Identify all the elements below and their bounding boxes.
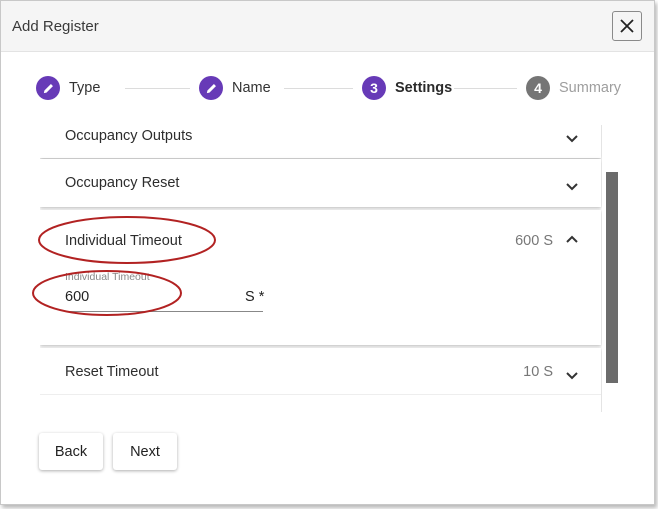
step-connector — [454, 88, 517, 89]
individual-timeout-input[interactable]: 600 — [65, 289, 89, 305]
panel-title: Occupancy Outputs — [65, 128, 193, 144]
chevron-down-icon — [566, 183, 578, 191]
step-settings[interactable]: 3 Settings — [362, 76, 452, 100]
chevron-down-icon — [566, 372, 578, 380]
scrollbar[interactable] — [606, 172, 618, 383]
individual-timeout-unit: S * — [245, 289, 265, 305]
add-register-dialog: Add Register Type Name 3 Settings 4 Summ… — [0, 0, 655, 505]
chevron-down-icon — [566, 135, 578, 143]
input-underline — [65, 311, 263, 312]
settings-accordion: Occupancy Outputs Occupancy Reset Indivi… — [40, 125, 602, 412]
stepper: Type Name 3 Settings 4 Summary — [1, 52, 654, 124]
step-connector — [284, 88, 353, 89]
close-button[interactable] — [612, 11, 642, 41]
panel-occupancy-reset[interactable]: Occupancy Reset — [40, 159, 601, 207]
panel-title: Individual Timeout — [65, 233, 182, 249]
step-type-label: Type — [69, 80, 101, 96]
step-connector — [125, 88, 190, 89]
panel-title: Reset Timeout — [65, 364, 159, 380]
dialog-title: Add Register — [12, 18, 99, 35]
dialog-header: Add Register — [1, 1, 654, 52]
panel-title: Occupancy Reset — [65, 175, 180, 191]
individual-timeout-field-label: Individual Timeout — [65, 271, 150, 283]
step-name[interactable]: Name — [199, 76, 271, 100]
step-name-circle — [199, 76, 223, 100]
close-icon — [620, 19, 634, 33]
step-summary-number: 4 — [526, 76, 550, 100]
step-type[interactable]: Type — [36, 76, 100, 100]
panel-value: 10 S — [523, 364, 553, 380]
step-summary[interactable]: 4 Summary — [526, 76, 621, 100]
step-type-circle — [36, 76, 60, 100]
step-settings-label: Settings — [395, 80, 453, 96]
chevron-up-icon — [566, 235, 578, 243]
back-button[interactable]: Back — [39, 433, 103, 470]
step-settings-number: 3 — [362, 76, 386, 100]
step-summary-label: Summary — [559, 80, 622, 96]
panel-reset-timeout[interactable]: Reset Timeout 10 S — [40, 348, 601, 412]
pencil-icon — [206, 83, 216, 93]
panel-occupancy-outputs[interactable]: Occupancy Outputs — [40, 125, 601, 158]
next-button[interactable]: Next — [113, 433, 177, 470]
divider — [40, 394, 601, 395]
panel-value: 600 S — [515, 233, 553, 249]
step-name-label: Name — [232, 80, 271, 96]
pencil-icon — [43, 83, 53, 93]
panel-header[interactable]: Individual Timeout 600 S — [40, 210, 601, 270]
